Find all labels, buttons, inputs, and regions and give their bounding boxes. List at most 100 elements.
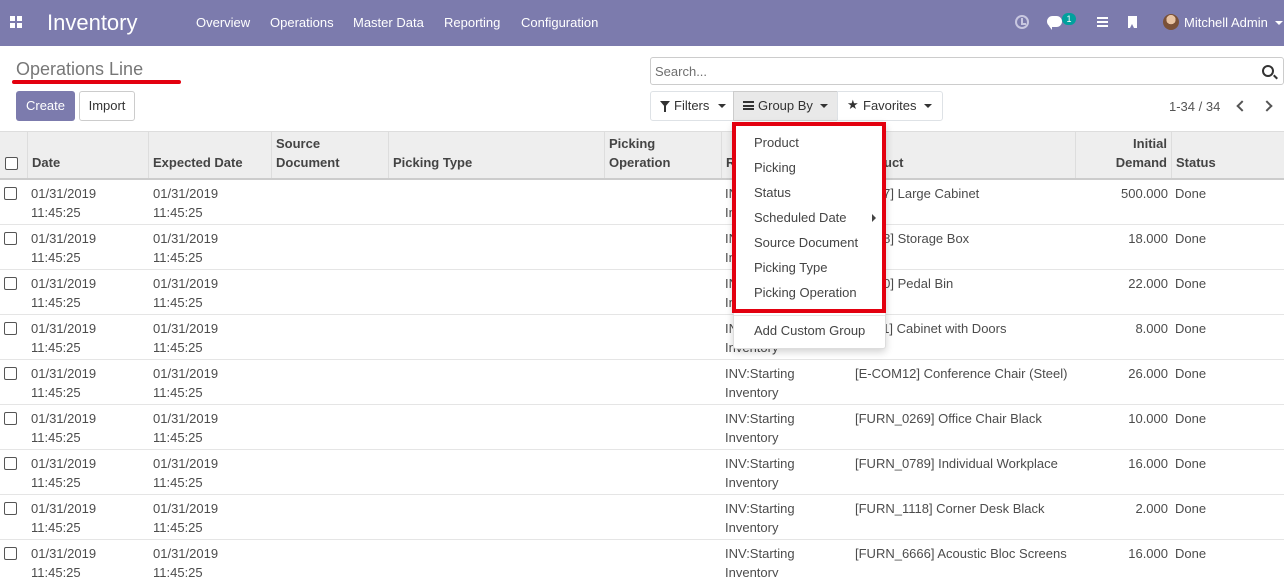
clock-icon[interactable] [1015,15,1029,29]
cell-expected-date: 01/31/2019 11:45:25 [153,231,219,265]
cell-reference: INV:Starting Inventory [725,366,795,400]
cell-status: Done [1175,546,1207,561]
header-expected-date[interactable]: Expected Date [149,132,272,178]
header-source-document[interactable]: Source Document [272,132,389,178]
cell-date: 01/31/2019 11:45:25 [31,231,97,265]
groupby-option-picking[interactable]: Picking [754,160,796,175]
cell-date: 01/31/2019 11:45:25 [31,366,97,400]
row-checkbox[interactable] [4,322,17,335]
cell-product: [E-COM12] Conference Chair (Steel) [855,366,1068,381]
menu-configuration[interactable]: Configuration [521,15,598,30]
table-row[interactable]: 01/31/201911:45:2501/31/201911:45:25INIn… [0,225,1284,270]
bookmark-icon[interactable] [1128,16,1137,28]
cell-initial-demand: 2.000 [1135,501,1168,516]
cell-date: 01/31/2019 11:45:25 [31,186,97,220]
cell-expected-date: 01/31/2019 11:45:25 [153,276,219,310]
header-status[interactable]: Status [1172,132,1284,178]
table-row[interactable]: 01/31/201911:45:2501/31/201911:45:25INIn… [0,315,1284,360]
cell-product: [FURN_0269] Office Chair Black [855,411,1042,426]
user-menu[interactable]: Mitchell Admin [1184,15,1268,30]
cell-status: Done [1175,366,1207,381]
row-checkbox[interactable] [4,277,17,290]
row-checkbox[interactable] [4,187,17,200]
header-picking-operation[interactable]: Picking Operation [605,132,722,178]
menu-reporting[interactable]: Reporting [444,15,500,30]
chevron-down-icon [1275,21,1283,25]
top-navbar: Inventory Overview Operations Master Dat… [0,0,1284,46]
table-row[interactable]: 01/31/2019 11:45:25 01/31/2019 11:45:25 INV:… [0,405,1284,450]
groupby-label: Group By [758,98,813,113]
search-icon[interactable] [1262,65,1274,77]
groupby-option-source-document[interactable]: Source Document [754,235,858,250]
table-row[interactable]: 01/31/2019 11:45:25 01/31/2019 11:45:25 INV:… [0,540,1284,577]
cell-product: [FURN_0789] Individual Workplace [855,456,1058,471]
groupby-option-picking-type[interactable]: Picking Type [754,260,827,275]
chevron-left-icon[interactable] [1234,99,1248,113]
cell-reference: INV:Starting Inventory [725,546,795,577]
caret-down-icon [924,104,932,108]
header-initial-demand[interactable]: Initial Demand [1076,132,1172,178]
cell-date: 01/31/2019 11:45:25 [31,501,97,535]
menu-overview[interactable]: Overview [196,15,250,30]
app-title: Inventory [47,10,138,35]
cell-expected-date: 01/31/2019 11:45:25 [153,366,219,400]
select-all-checkbox[interactable] [5,157,18,170]
chat-icon[interactable] [1047,16,1062,30]
filter-icon [660,101,670,112]
filters-button[interactable]: Filters [650,91,734,121]
cell-initial-demand: 10.000 [1128,411,1168,426]
search-input[interactable] [655,62,1245,80]
favorites-button[interactable]: ★ Favorites [837,91,943,121]
favorites-label: Favorites [863,98,917,113]
cell-product: [FURN_1118] Corner Desk Black [855,501,1045,516]
groupby-option-scheduled-date[interactable]: Scheduled Date [754,210,847,225]
cell-initial-demand: 18.000 [1128,231,1168,246]
cell-status: Done [1175,411,1207,426]
cell-expected-date: 01/31/2019 11:45:25 [153,411,219,445]
menu-operations[interactable]: Operations [270,15,334,30]
avatar[interactable] [1163,14,1179,30]
cell-product: [FURN_6666] Acoustic Bloc Screens [855,546,1067,561]
groupby-option-status[interactable]: Status [754,185,791,200]
chevron-right-icon[interactable] [1261,99,1275,113]
table-row[interactable]: 01/31/2019 11:45:25 01/31/2019 11:45:25 INV:… [0,360,1284,405]
submenu-arrow-icon [872,214,876,222]
cell-initial-demand: 8.000 [1135,321,1168,336]
import-button[interactable]: Import [79,91,135,121]
pager-value[interactable]: 1-34 / 34 [1169,99,1220,114]
groupby-option-product[interactable]: Product [754,135,799,150]
star-icon: ★ [847,97,859,112]
header-date[interactable]: Date [28,132,149,178]
cell-date: 01/31/2019 11:45:25 [31,411,97,445]
annotation-underline [12,80,181,84]
row-checkbox[interactable] [4,547,17,560]
table-row[interactable]: 01/31/201911:45:2501/31/201911:45:25INIn… [0,180,1284,225]
row-checkbox[interactable] [4,412,17,425]
cell-initial-demand: 22.000 [1128,276,1168,291]
cell-date: 01/31/2019 11:45:25 [31,456,97,490]
header-picking-type[interactable]: Picking Type [389,132,605,178]
table-header: Date Expected Date Source Document Picki… [0,132,1284,180]
groupby-option-picking-operation[interactable]: Picking Operation [754,285,857,300]
table-row[interactable]: 01/31/2019 11:45:25 01/31/2019 11:45:25 INV:… [0,495,1284,540]
add-custom-group[interactable]: Add Custom Group [754,323,865,338]
table-row[interactable]: 01/31/201911:45:2501/31/201911:45:25INIn… [0,270,1284,315]
row-checkbox[interactable] [4,502,17,515]
table-row[interactable]: 01/31/2019 11:45:25 01/31/2019 11:45:25 INV:… [0,450,1284,495]
row-checkbox[interactable] [4,232,17,245]
row-checkbox[interactable] [4,367,17,380]
create-button[interactable]: Create [16,91,75,121]
groupby-button[interactable]: Group By [733,91,838,121]
cell-reference: INV:Starting Inventory [725,411,795,445]
apps-icon[interactable] [10,16,22,28]
cell-expected-date: 01/31/2019 11:45:25 [153,501,219,535]
row-checkbox[interactable] [4,457,17,470]
menu-master-data[interactable]: Master Data [353,15,424,30]
list-icon[interactable] [1097,17,1108,27]
cell-date: 01/31/2019 11:45:25 [31,321,97,355]
cell-initial-demand: 16.000 [1128,456,1168,471]
cell-initial-demand: 16.000 [1128,546,1168,561]
cell-expected-date: 01/31/2019 11:45:25 [153,321,219,355]
cell-status: Done [1175,321,1207,336]
cell-initial-demand: 26.000 [1128,366,1168,381]
